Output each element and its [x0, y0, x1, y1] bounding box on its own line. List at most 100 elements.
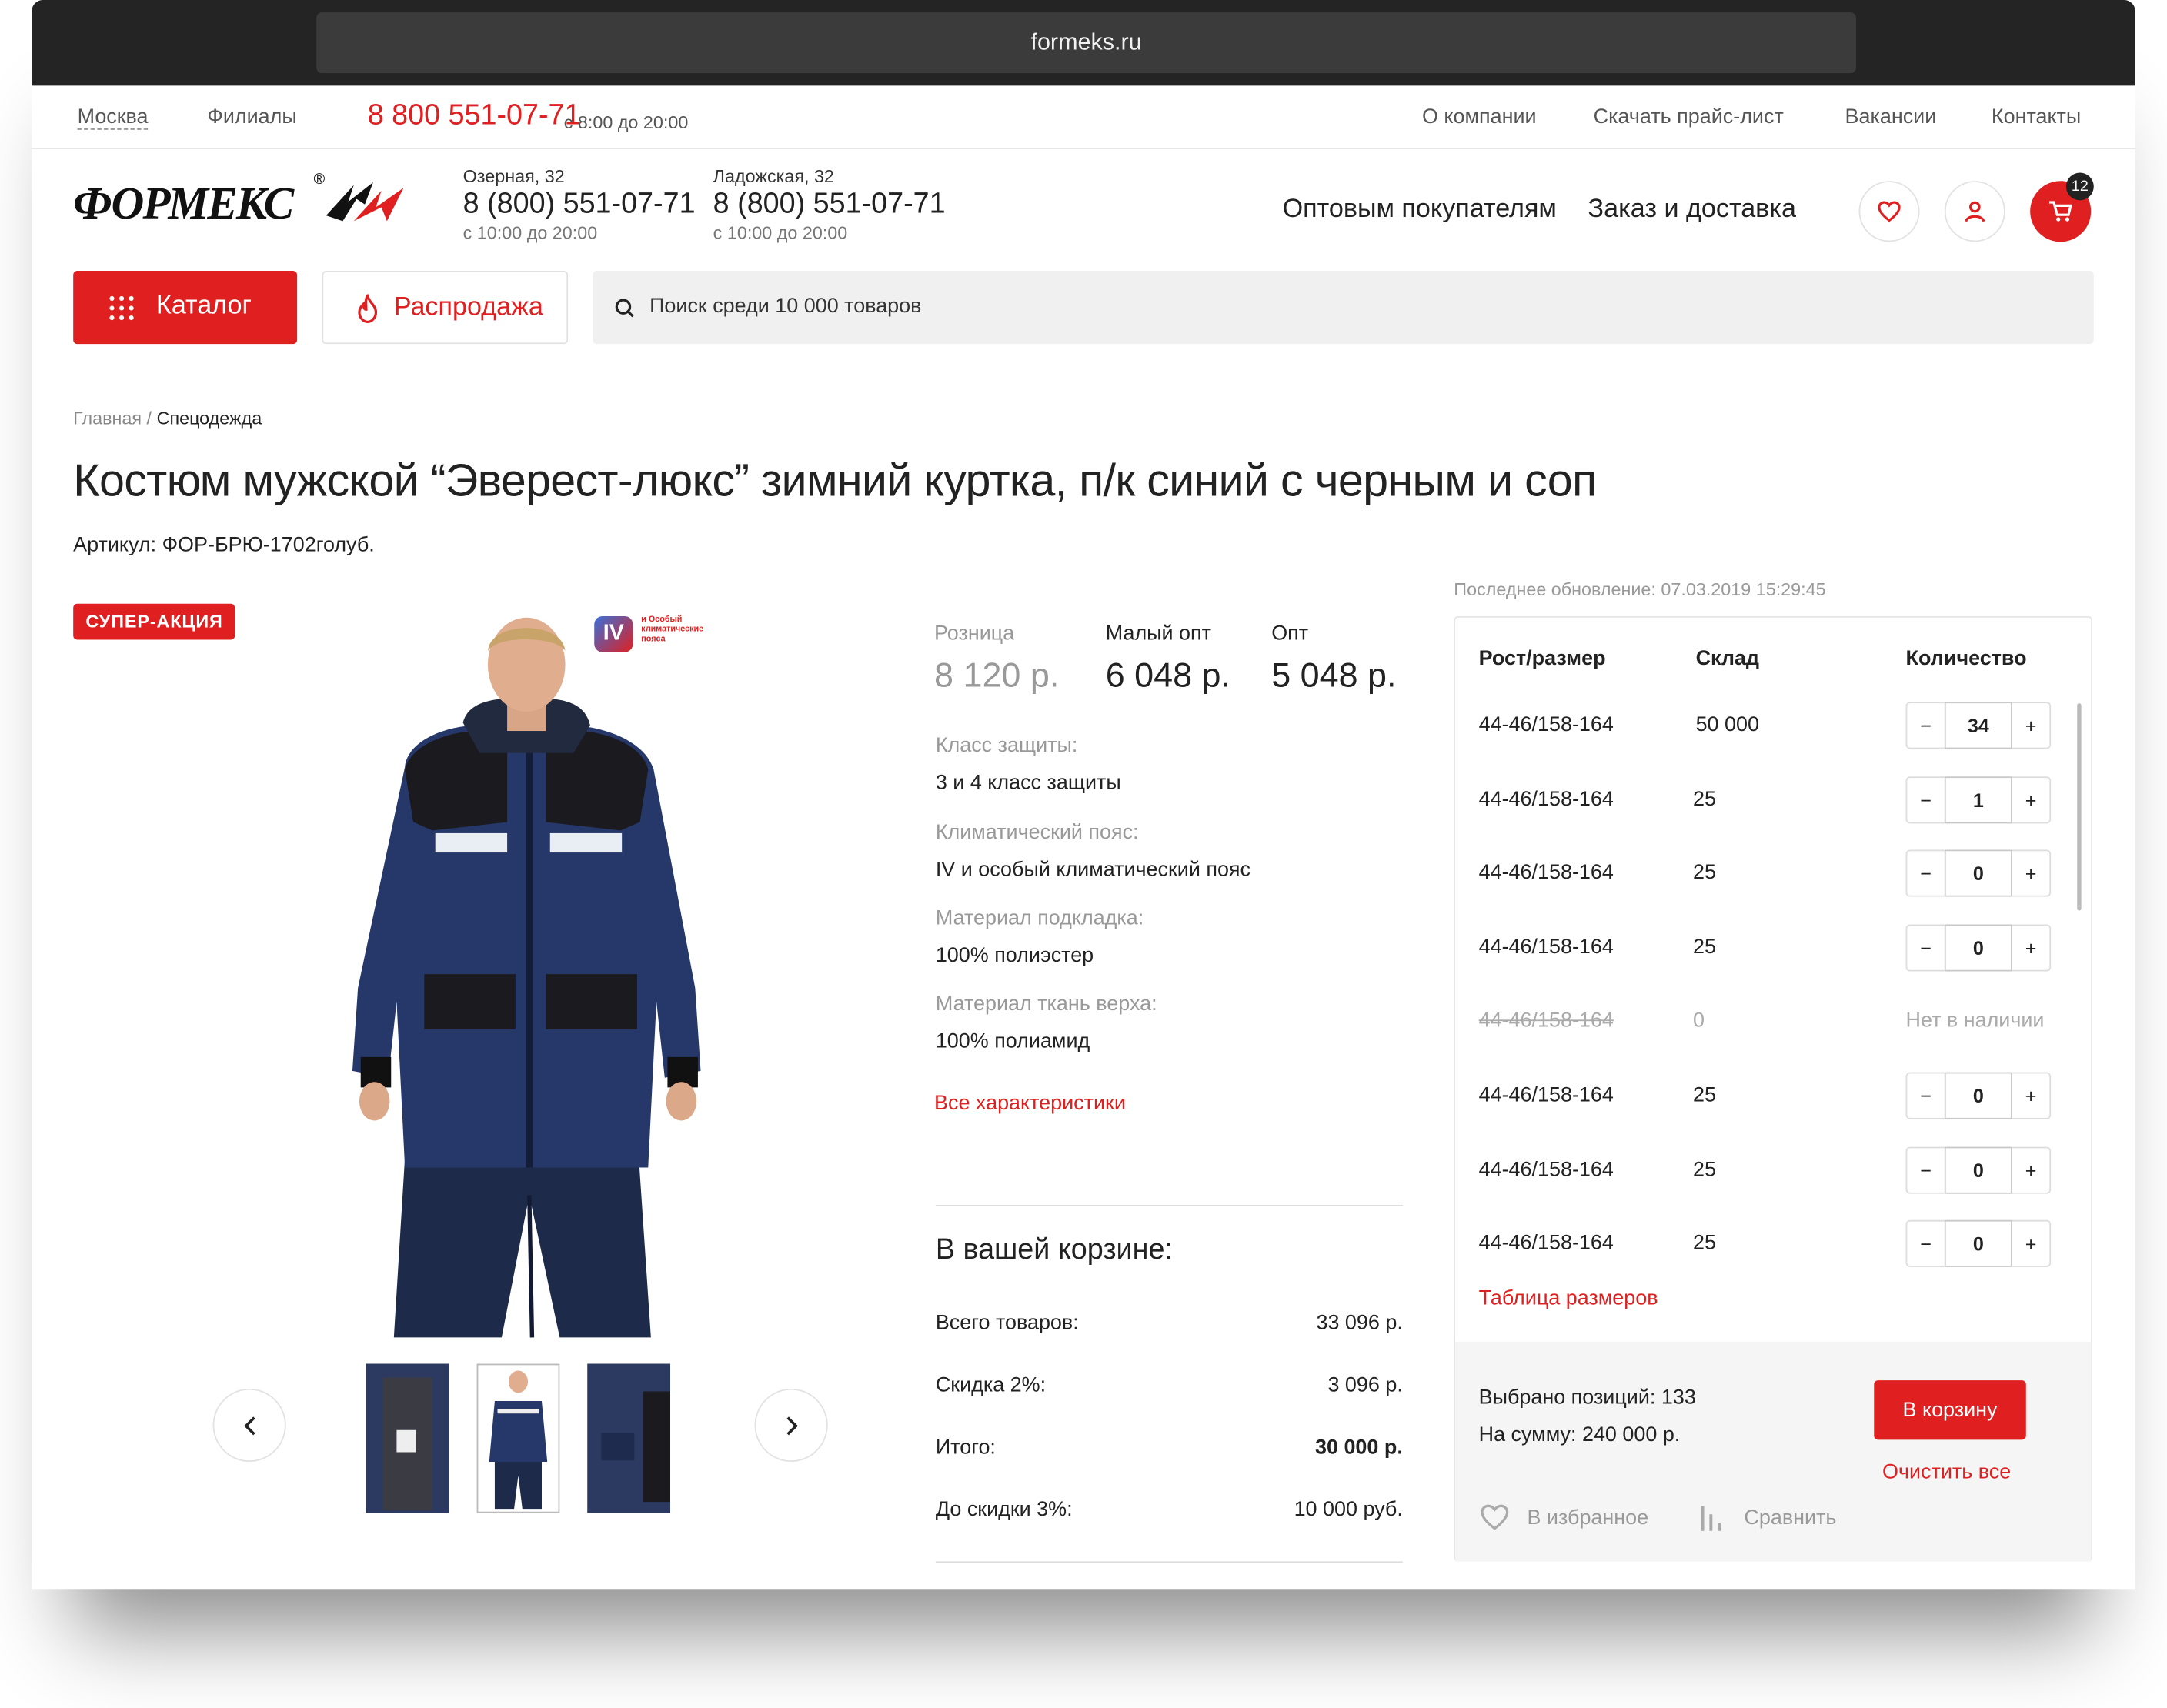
size-table-link[interactable]: Таблица размеров — [1479, 1286, 1658, 1310]
address-bar[interactable]: formeks.ru — [316, 12, 1856, 74]
plus-icon[interactable]: + — [2012, 852, 2049, 896]
nav-delivery[interactable]: Заказ и доставка — [1588, 195, 1795, 225]
promo-badge: СУПЕР-АКЦИЯ — [73, 603, 235, 640]
cart-icon — [2048, 201, 2072, 222]
price-value: 6 048 р. — [1105, 656, 1230, 696]
gallery-next-button[interactable] — [754, 1388, 828, 1463]
quantity-stepper[interactable]: −0 + — [1905, 924, 2052, 972]
top-utility-bar: Москва Филиалы 8 800 551-07-71 с 8:00 до… — [32, 85, 2135, 149]
catalog-label: Каталог — [155, 291, 252, 321]
quantity-stepper[interactable]: −0 + — [1905, 1220, 2052, 1268]
grid-icon — [109, 295, 134, 321]
thumb-man-suit — [489, 1370, 548, 1510]
minus-icon[interactable]: − — [1907, 1073, 1944, 1117]
quantity-input[interactable]: 0 — [1944, 1072, 2012, 1119]
price-wholesale: Опт 5 048 р. — [1271, 622, 1396, 696]
account-button[interactable] — [1944, 181, 2005, 242]
gallery-thumb[interactable] — [366, 1363, 449, 1513]
contacts-link[interactable]: Контакты — [1992, 105, 2081, 128]
heart-outline-icon — [1481, 1504, 1509, 1530]
minus-icon[interactable]: − — [1907, 1222, 1944, 1266]
gallery-prev-button[interactable] — [212, 1388, 286, 1463]
search-icon — [615, 299, 634, 318]
vacancies-link[interactable]: Вакансии — [1845, 105, 1937, 128]
size-panel: Рост/размер Склад Количество 44-46/158-1… — [1454, 615, 2092, 1562]
thumb-jacket-inside — [366, 1363, 449, 1513]
all-specs-link[interactable]: Все характеристики — [934, 1092, 1126, 1116]
stock-value: 25 — [1692, 935, 1716, 959]
price-label: Малый опт — [1105, 622, 1211, 646]
compare-button[interactable]: Сравнить — [1698, 1503, 1836, 1531]
chevron-right-icon — [786, 1416, 798, 1435]
quantity-input[interactable]: 0 — [1944, 1146, 2012, 1193]
heart-icon — [1878, 201, 1901, 222]
header-stock: Склад — [1695, 646, 1760, 671]
minus-icon[interactable]: − — [1907, 852, 1944, 896]
size-value: 44-46/158-164 — [1478, 712, 1614, 737]
size-row: 44-46/158-164 25 −0 + — [1455, 849, 2091, 897]
size-row: 44-46/158-164 25 −1 + — [1455, 776, 2091, 823]
cart-summary-title: В вашей корзине: — [935, 1233, 1173, 1266]
search-bar[interactable]: Поиск среди 10 000 товаров — [593, 270, 2094, 345]
nav-wholesale[interactable]: Оптовым покупателям — [1283, 195, 1557, 225]
sum-label: На сумму: — [1478, 1423, 1577, 1447]
price-value: 8 120 р. — [934, 656, 1060, 696]
quantity-stepper[interactable]: −0 + — [1905, 849, 2052, 897]
logo-text: ФОРМЕКС — [73, 179, 294, 230]
quantity-input[interactable]: 0 — [1944, 849, 2012, 897]
gallery-thumb[interactable] — [587, 1363, 671, 1513]
minus-icon[interactable]: − — [1907, 703, 1944, 747]
about-link[interactable]: О компании — [1422, 105, 1537, 128]
quantity-input[interactable]: 1 — [1944, 776, 2012, 823]
quantity-stepper[interactable]: −1 + — [1905, 776, 2052, 823]
phone-link[interactable]: 8 800 551-07-71 — [368, 98, 581, 135]
price-list-link[interactable]: Скачать прайс-лист — [1594, 105, 1784, 128]
stock-value: 25 — [1692, 861, 1716, 885]
size-row: 44-46/158-164 25 −0 + — [1455, 1072, 2091, 1119]
quantity-stepper[interactable]: −0 + — [1905, 1146, 2052, 1193]
minus-icon[interactable]: − — [1907, 777, 1944, 821]
quantity-input[interactable]: 34 — [1944, 702, 2012, 749]
breadcrumb-home[interactable]: Главная — [73, 408, 142, 429]
product-image — [352, 617, 701, 1338]
add-to-cart-button[interactable]: В корзину — [1874, 1380, 2026, 1440]
store-phone[interactable]: 8 (800) 551-07-71 — [713, 188, 946, 221]
stock-value: 25 — [1692, 1231, 1716, 1256]
clear-all-link[interactable]: Очистить все — [1882, 1460, 2011, 1484]
stock-value: 25 — [1692, 1157, 1716, 1181]
plus-icon[interactable]: + — [2012, 1222, 2049, 1266]
add-to-favorites[interactable]: В избранное — [1479, 1503, 1648, 1531]
favorites-button[interactable] — [1858, 181, 1920, 242]
catalog-button[interactable]: Каталог — [73, 270, 298, 345]
quantity-input[interactable]: 0 — [1944, 1220, 2012, 1268]
city-selector[interactable]: Москва — [77, 105, 149, 130]
minus-icon[interactable]: − — [1907, 1148, 1944, 1192]
plus-icon[interactable]: + — [2012, 1148, 2049, 1192]
plus-icon[interactable]: + — [2012, 703, 2049, 747]
plus-icon[interactable]: + — [2012, 926, 2049, 969]
quantity-stepper[interactable]: −34 + — [1905, 702, 2052, 749]
size-row: 44-46/158-164 25 −0 + — [1455, 924, 2091, 972]
store-address: Озерная, 32 — [462, 165, 565, 187]
store-phone[interactable]: 8 (800) 551-07-71 — [463, 188, 696, 221]
phone-hours: с 8:00 до 20:00 — [563, 112, 689, 133]
plus-icon[interactable]: + — [2012, 1073, 2049, 1117]
spec-value: 100% полиамид — [935, 1029, 1090, 1053]
size-value: 44-46/158-164 — [1478, 1083, 1614, 1107]
spec-label: Климатический пояс: — [935, 820, 1139, 845]
search-input[interactable]: Поиск среди 10 000 товаров — [649, 295, 921, 319]
gallery-thumb-active[interactable] — [476, 1363, 560, 1513]
logo[interactable]: ФОРМЕКС ® — [73, 172, 405, 238]
store-contact-2: Ладожская, 32 8 (800) 551-07-71 с 10:00 … — [713, 166, 946, 244]
plus-icon[interactable]: + — [2012, 777, 2049, 821]
stock-value: 25 — [1692, 786, 1716, 811]
selected-value: 133 — [1661, 1386, 1696, 1409]
selected-sum: На сумму: 240 000 р. — [1479, 1423, 1681, 1447]
branches-link[interactable]: Филиалы — [207, 105, 296, 128]
sale-button[interactable]: Распродажа — [322, 270, 569, 345]
quantity-stepper[interactable]: −0 + — [1905, 1072, 2052, 1119]
spec-label: Материал ткань верха: — [935, 992, 1157, 1016]
store-hours: с 10:00 до 20:00 — [462, 222, 598, 244]
minus-icon[interactable]: − — [1907, 926, 1944, 969]
quantity-input[interactable]: 0 — [1944, 924, 2012, 972]
